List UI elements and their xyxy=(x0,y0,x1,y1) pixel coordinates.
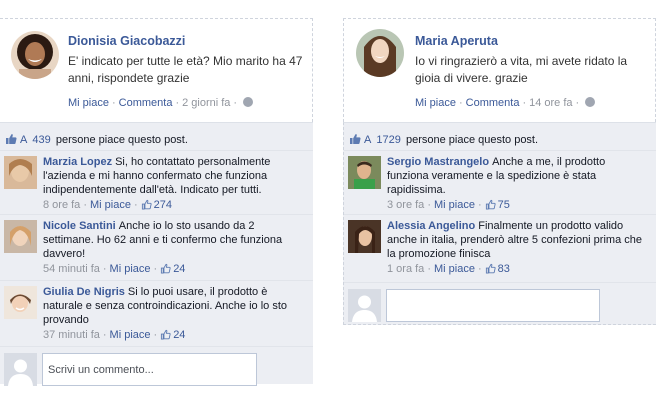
comment-meta: 3 ore fa · Mi piace · 75 xyxy=(387,199,510,211)
comment-meta: 1 ora fa · Mi piace · 83 xyxy=(387,263,510,275)
likes-summary: A 1729 persone piace questo post. xyxy=(349,133,538,151)
comment-like-link[interactable]: Mi piace xyxy=(434,199,475,211)
like-link[interactable]: Mi piace xyxy=(415,97,456,109)
post-time[interactable]: 2 giorni fa xyxy=(182,97,230,109)
reply-row xyxy=(344,282,656,326)
comment-item: Sergio Mastrangelo Anche a me, il prodott… xyxy=(344,150,656,214)
comment-meta: 37 minuti fa · Mi piace · 24 xyxy=(43,329,186,341)
comment-like-link[interactable]: Mi piace xyxy=(110,263,151,275)
commenter-name[interactable]: Alessia Angelino xyxy=(387,220,475,232)
commenter-avatar[interactable] xyxy=(348,220,381,253)
commenter-name[interactable]: Giulia De Nigris xyxy=(43,286,125,298)
commenter-avatar[interactable] xyxy=(4,220,37,253)
comment-time[interactable]: 54 minuti fa xyxy=(43,263,100,275)
comment-meta: 54 minuti fa · Mi piace · 24 xyxy=(43,263,186,275)
globe-icon xyxy=(585,97,596,107)
post-time[interactable]: 14 ore fa xyxy=(529,97,572,109)
commenter-name[interactable]: Sergio Mastrangelo xyxy=(387,156,489,168)
likes-count[interactable]: 439 xyxy=(32,134,50,146)
comment-time[interactable]: 8 ore fa xyxy=(43,199,80,211)
comment-item: Nicole Santini Anche io lo sto usando da … xyxy=(0,214,313,280)
post-actions: Mi piace · Commenta · 14 ore fa · xyxy=(415,97,596,109)
author-avatar[interactable] xyxy=(11,31,59,79)
commenter-name[interactable]: Nicole Santini xyxy=(43,220,116,232)
commenter-avatar[interactable] xyxy=(4,156,37,189)
comment-like-link[interactable]: Mi piace xyxy=(434,263,475,275)
post-card-right: Maria Aperuta Io vi ringrazierò a vita, … xyxy=(343,18,656,325)
post-text: E' indicato per tutte le età? Mio marito… xyxy=(68,54,303,85)
comment-like-count[interactable]: 24 xyxy=(173,263,185,275)
comment-like-link[interactable]: Mi piace xyxy=(110,329,151,341)
comment-time[interactable]: 3 ore fa xyxy=(387,199,424,211)
post-text: Io vi ringrazierò a vita, mi avete ridat… xyxy=(415,54,628,85)
comment-input[interactable] xyxy=(42,353,257,386)
comment-meta: 8 ore fa · Mi piace · 274 xyxy=(43,199,172,211)
likes-prefix[interactable]: A xyxy=(20,134,27,146)
comment-link[interactable]: Commenta xyxy=(119,97,173,109)
post-box: Maria Aperuta Io vi ringrazierò a vita, … xyxy=(343,18,656,122)
comment-like-count[interactable]: 274 xyxy=(154,199,172,211)
likes-summary: A 439 persone piace questo post. xyxy=(5,133,188,151)
comment-input[interactable] xyxy=(386,289,600,322)
commenter-avatar[interactable] xyxy=(4,286,37,319)
commenter-name[interactable]: Marzia Lopez xyxy=(43,156,112,168)
author-avatar[interactable] xyxy=(356,29,404,77)
comment-like-count[interactable]: 75 xyxy=(498,199,510,211)
like-thumb-icon xyxy=(5,133,17,145)
reply-row xyxy=(0,346,313,386)
likes-count[interactable]: 1729 xyxy=(376,134,400,146)
commenter-avatar[interactable] xyxy=(348,156,381,189)
thumb-up-icon xyxy=(160,263,171,274)
post-card-left: Dionisia Giacobazzi E' indicato per tutt… xyxy=(0,18,313,386)
thumb-up-icon xyxy=(485,263,496,274)
comments-panel: A 1729 persone piace questo post. Sergio… xyxy=(343,122,656,325)
globe-icon xyxy=(243,97,254,107)
comment-like-count[interactable]: 24 xyxy=(173,329,185,341)
likes-suffix: persone piace questo post. xyxy=(405,134,539,146)
likes-suffix: persone piace questo post. xyxy=(55,134,188,146)
post-actions: Mi piace · Commenta · 2 giorni fa · xyxy=(68,97,254,109)
post-author[interactable]: Dionisia Giacobazzi xyxy=(68,34,185,48)
comments-panel: A 439 persone piace questo post. Marzia … xyxy=(0,122,313,386)
likes-prefix[interactable]: A xyxy=(364,134,371,146)
post-author[interactable]: Maria Aperuta xyxy=(415,34,498,48)
comment-time[interactable]: 1 ora fa xyxy=(387,263,424,275)
post-box: Dionisia Giacobazzi E' indicato per tutt… xyxy=(0,18,313,122)
thumb-up-icon xyxy=(485,199,496,210)
like-link[interactable]: Mi piace xyxy=(68,97,109,109)
avatar-placeholder-icon xyxy=(4,353,37,386)
like-thumb-icon xyxy=(349,133,361,145)
comment-like-link[interactable]: Mi piace xyxy=(90,199,131,211)
comment-item: Alessia Angelino Finalmente un prodotto v… xyxy=(344,214,656,282)
thumb-up-icon xyxy=(160,329,171,340)
comment-link[interactable]: Commenta xyxy=(466,97,520,109)
comment-like-count[interactable]: 83 xyxy=(498,263,510,275)
comment-item: Marzia Lopez Si, ho contattato personalme… xyxy=(0,150,313,214)
comment-item: Giulia De Nigris Si lo puoi usare, il pro… xyxy=(0,280,313,346)
comment-time[interactable]: 37 minuti fa xyxy=(43,329,100,341)
avatar-placeholder-icon xyxy=(348,289,381,322)
thumb-up-icon xyxy=(141,199,152,210)
